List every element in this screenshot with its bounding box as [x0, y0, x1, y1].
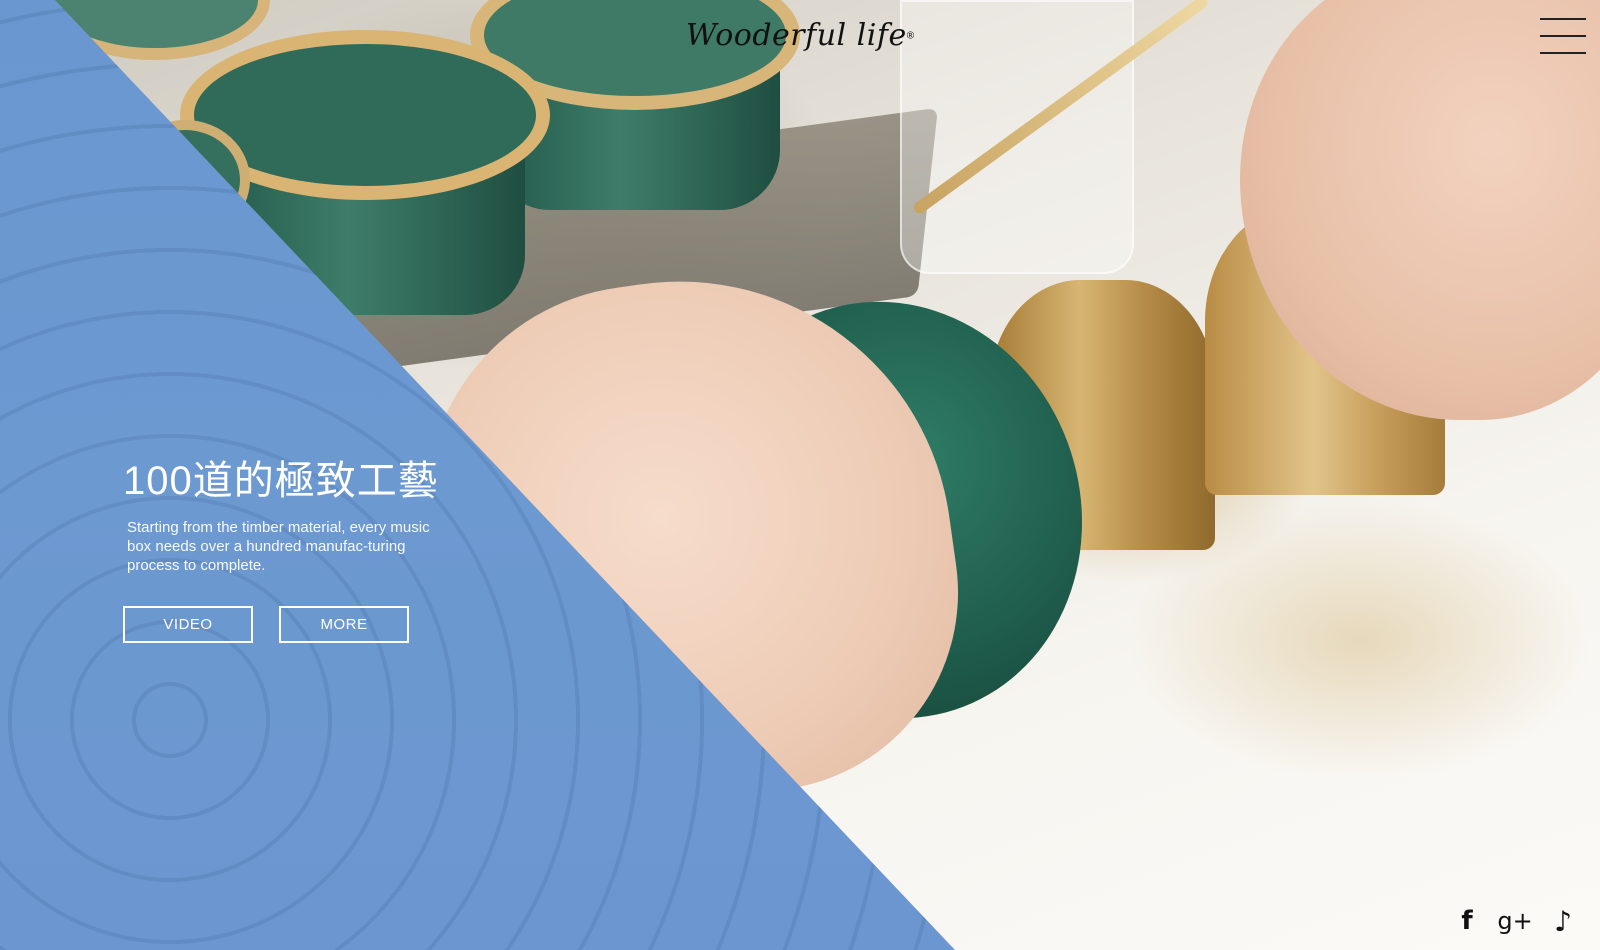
- menu-bar: [1540, 18, 1586, 20]
- site-logo[interactable]: Wooderful life®: [0, 18, 1600, 53]
- menu-bar: [1540, 52, 1586, 54]
- hamburger-menu-icon[interactable]: [1540, 18, 1586, 56]
- hero-description: Starting from the timber material, every…: [127, 519, 430, 574]
- more-button[interactable]: MORE: [279, 606, 409, 643]
- menu-bar: [1540, 35, 1586, 37]
- logo-text: Wooderful life: [685, 18, 907, 53]
- social-links: f g+ ♪: [1454, 905, 1576, 938]
- google-plus-icon[interactable]: g+: [1497, 906, 1532, 936]
- facebook-icon[interactable]: f: [1454, 906, 1480, 936]
- music-note-icon[interactable]: ♪: [1550, 905, 1576, 938]
- hero-button-row: VIDEO MORE: [123, 606, 439, 643]
- hero-title: 100道的極致工藝: [123, 459, 439, 503]
- logo-registered-mark: ®: [906, 30, 915, 42]
- video-button[interactable]: VIDEO: [123, 606, 253, 643]
- hero-content: 100道的極致工藝 Starting from the timber mater…: [123, 448, 439, 643]
